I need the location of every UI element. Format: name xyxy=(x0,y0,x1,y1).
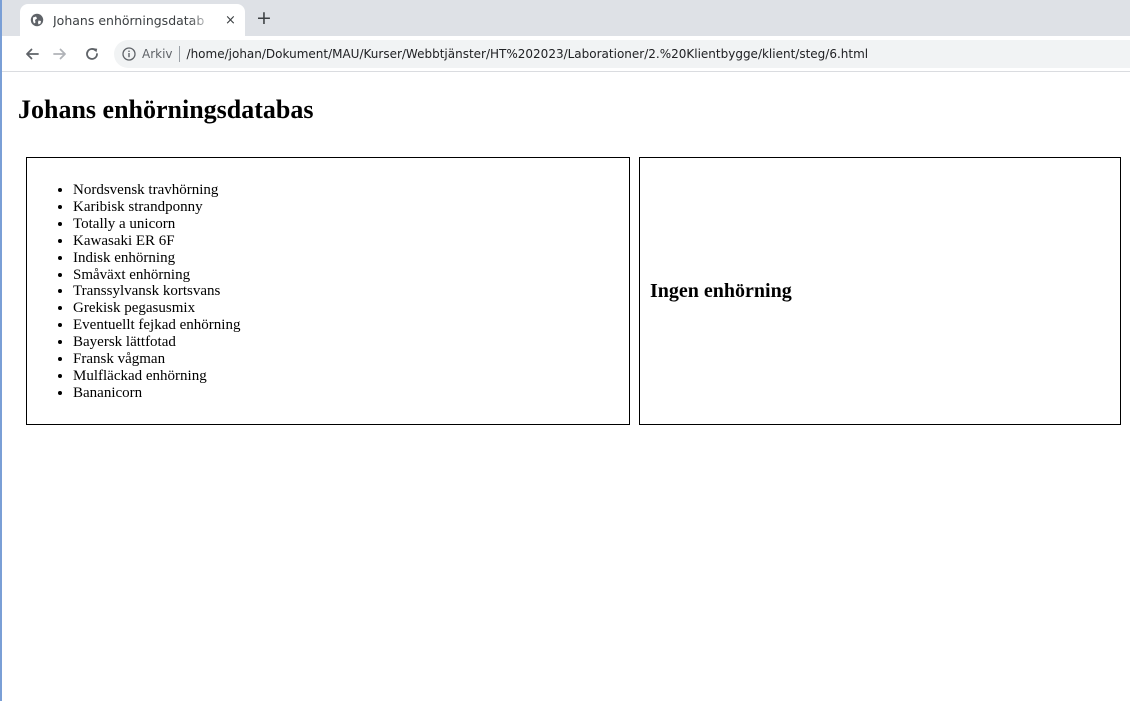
globe-icon xyxy=(30,13,44,27)
page-title: Johans enhörningsdatabas xyxy=(18,95,314,124)
unicorn-list-item[interactable]: Indisk enhörning xyxy=(73,250,240,267)
unicorn-list-item[interactable]: Bananicorn xyxy=(73,385,240,402)
unicorn-list-item[interactable]: Karibisk strandponny xyxy=(73,199,240,216)
reload-icon[interactable] xyxy=(80,42,104,66)
unicorn-list-item[interactable]: Mulfläckad enhörning xyxy=(73,368,240,385)
unicorn-list: Nordsvensk travhörning Karibisk strandpo… xyxy=(73,182,240,402)
back-icon[interactable] xyxy=(20,42,44,66)
tab-title: Johans enhörningsdatab xyxy=(53,12,205,28)
unicorn-list-item[interactable]: Eventuellt fejkad enhörning xyxy=(73,317,240,334)
url-text[interactable]: /home/johan/Dokument/MAU/Kurser/Webbtjän… xyxy=(187,47,869,61)
unicorn-list-item[interactable]: Transsylvansk kortsvans xyxy=(73,283,240,300)
unicorn-list-item[interactable]: Bayersk lättfotad xyxy=(73,334,240,351)
unicorn-list-item[interactable]: Småväxt enhörning xyxy=(73,267,240,284)
detail-title: Ingen enhörning xyxy=(650,280,792,302)
unicorn-list-item[interactable]: Kawasaki ER 6F xyxy=(73,233,240,250)
forward-icon[interactable] xyxy=(48,42,72,66)
security-label[interactable]: Arkiv xyxy=(142,47,173,61)
info-icon[interactable] xyxy=(122,47,136,61)
unicorn-list-item[interactable]: Fransk vågman xyxy=(73,351,240,368)
close-tab-icon[interactable]: × xyxy=(225,13,236,28)
omnibox-divider xyxy=(178,46,180,62)
tab-active[interactable]: Johans enhörningsdatab × xyxy=(20,4,245,36)
address-bar[interactable]: Arkiv /home/johan/Dokument/MAU/Kurser/We… xyxy=(114,40,1130,68)
unicorn-list-item[interactable]: Nordsvensk travhörning xyxy=(73,182,240,199)
unicorn-list-item[interactable]: Grekisk pegasusmix xyxy=(73,300,240,317)
browser-window: Johans enhörningsdatab × + Arkiv /home/j… xyxy=(0,0,1130,701)
unicorn-list-panel: Nordsvensk travhörning Karibisk strandpo… xyxy=(26,157,630,425)
tab-strip: Johans enhörningsdatab × + xyxy=(2,0,1130,36)
page-content: Johans enhörningsdatabas Nordsvensk trav… xyxy=(2,73,1130,701)
unicorn-detail-panel: Ingen enhörning xyxy=(639,157,1121,425)
browser-toolbar: Arkiv /home/johan/Dokument/MAU/Kurser/We… xyxy=(2,36,1130,72)
unicorn-list-item[interactable]: Totally a unicorn xyxy=(73,216,240,233)
new-tab-button[interactable]: + xyxy=(252,6,276,30)
